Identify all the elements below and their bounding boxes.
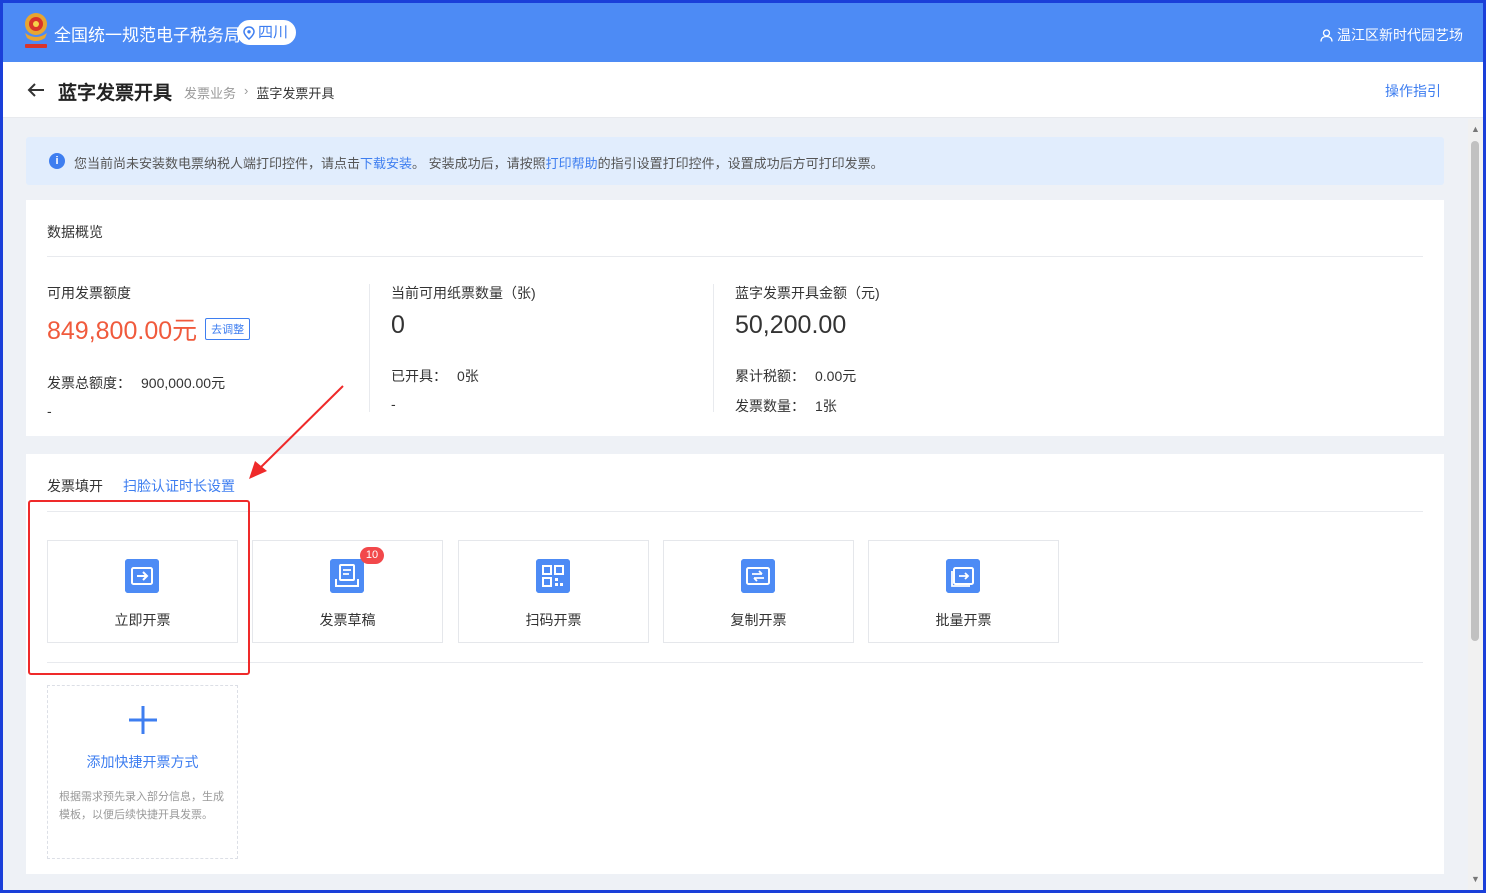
fill-divider [47,511,1423,512]
add-quick-issue-tile[interactable]: 添加快捷开票方式 根据需求预先录入部分信息，生成模板，以便后续快捷开具发票。 [47,685,238,859]
user-name: 温江区新时代园艺场 [1337,27,1463,43]
paper-placeholder: - [391,396,396,412]
blue-invoice-amount-value: 50,200.00 [735,311,847,339]
region-label: 四川 [258,24,289,41]
quota-placeholder-row: - [47,403,250,419]
highlight-box-annotation [28,500,250,675]
breadcrumb: 发票业务 › 蓝字发票开具 [184,83,334,102]
info-icon: i [49,153,65,169]
location-pin-icon [243,25,255,40]
column-separator [713,284,714,412]
total-quota-row: 发票总额度： 900,000.00元 [47,373,250,393]
overview-title: 数据概览 [47,224,103,240]
notice-text-middle: 。 安装成功后，请按照 [412,156,546,171]
issued-count-label: 已开具： [391,368,447,384]
scroll-down-icon[interactable]: ▼ [1468,872,1483,887]
available-quota-value-row: 849,800.00元 去调整 [47,311,251,347]
back-arrow-icon[interactable] [25,79,47,101]
region-selector[interactable]: 四川 [237,20,297,45]
tile-label: 批量开票 [935,612,992,628]
paper-invoice-value: 0 [391,311,405,339]
blue-invoice-amount-label: 蓝字发票开具金额（元) [735,285,880,301]
invoice-count-label: 发票数量： [735,398,805,414]
tile-copy-invoice[interactable]: 复制开票 [663,540,854,643]
invoice-count-row: 发票数量： 1张 [735,396,880,416]
batch-invoice-icon [946,559,980,593]
issued-count-row: 已开具： 0张 [391,366,536,386]
operation-guide-link[interactable]: 操作指引 [1385,81,1441,101]
paper-placeholder-row: - [391,396,536,412]
paper-invoice-label: 当前可用纸票数量（张) [391,285,536,301]
scroll-up-icon[interactable]: ▲ [1468,122,1483,137]
scrollbar-thumb[interactable] [1471,141,1479,641]
plus-icon [129,706,157,734]
tile-label: 发票草稿 [319,612,376,628]
user-icon [1320,28,1333,42]
available-quota-column: 可用发票额度 849,800.00元 去调整 发票总额度： 900,000.00元… [47,283,251,419]
tile-batch-invoice[interactable]: 批量开票 [868,540,1059,643]
invoice-draft-icon [330,559,364,593]
total-tax-label: 累计税额： [735,368,805,384]
total-tax-row: 累计税额： 0.00元 [735,366,880,386]
paper-invoice-column: 当前可用纸票数量（张) 0 已开具： 0张 - [391,283,536,412]
tax-emblem-icon [25,13,47,48]
add-quick-issue-description: 根据需求预先录入部分信息，生成模板，以便后续快捷开具发票。 [59,791,224,821]
top-header: 全国统一规范电子税务局 四川 温江区新时代园艺场 [3,3,1483,62]
vertical-scrollbar[interactable]: ▲ ▼ [1468,119,1483,890]
adjust-quota-button[interactable]: 去调整 [205,318,251,340]
overview-divider [47,256,1423,257]
download-install-link[interactable]: 下载安装 [360,156,412,171]
invoice-fill-header: 发票填开 扫脸认证时长设置 [47,476,235,496]
available-quota-value: 849,800.00元 [47,317,198,345]
notice-message: 您当前尚未安装数电票纳税人端打印控件，请点击下载安装。 安装成功后，请按照打印帮… [74,153,884,172]
qr-code-icon [536,559,570,593]
fill-divider-secondary [47,662,1423,663]
print-help-link[interactable]: 打印帮助 [546,156,598,171]
total-tax-value: 0.00元 [815,368,857,384]
invoice-count-value: 1张 [815,398,837,414]
quota-placeholder: - [47,403,52,419]
print-control-notice: i 您当前尚未安装数电票纳税人端打印控件，请点击下载安装。 安装成功后，请按照打… [26,137,1444,185]
available-quota-label: 可用发票额度 [47,285,131,301]
tile-invoice-draft[interactable]: 10 发票草稿 [252,540,443,643]
breadcrumb-item-invoice-business[interactable]: 发票业务 [184,83,236,102]
tile-scan-to-issue[interactable]: 扫码开票 [458,540,649,643]
blue-invoice-amount-column: 蓝字发票开具金额（元) 50,200.00 累计税额： 0.00元 发票数量： 1张 [735,283,880,416]
tile-label: 复制开票 [730,612,787,628]
page-title: 蓝字发票开具 [58,83,173,104]
tile-label: 扫码开票 [525,612,582,628]
user-menu[interactable]: 温江区新时代园艺场 [1320,25,1463,45]
annotation-arrow-icon [249,385,344,479]
column-separator [369,284,370,412]
breadcrumb-item-current: 蓝字发票开具 [256,86,335,101]
breadcrumb-separator-icon: › [244,83,249,98]
face-scan-duration-link[interactable]: 扫脸认证时长设置 [123,476,235,496]
copy-invoice-icon [741,559,775,593]
page-titlebar: 蓝字发票开具 发票业务 › 蓝字发票开具 操作指引 [3,62,1483,118]
notice-text-prefix: 您当前尚未安装数电票纳税人端打印控件，请点击 [74,156,361,171]
issued-count-value: 0张 [457,368,479,384]
total-quota-value: 900,000.00元 [141,375,226,391]
invoice-fill-title: 发票填开 [47,478,103,494]
app-window: 全国统一规范电子税务局 四川 温江区新时代园艺场 蓝字发票开具 发票业务 › 蓝… [3,3,1483,890]
app-title: 全国统一规范电子税务局 [54,26,241,45]
notice-text-suffix: 的指引设置打印控件，设置成功后方可打印发票。 [597,156,884,171]
data-overview-card: 数据概览 可用发票额度 849,800.00元 去调整 发票总额度： 900,00… [26,200,1444,436]
add-quick-issue-label: 添加快捷开票方式 [86,754,199,770]
draft-count-badge: 10 [360,547,384,564]
total-quota-label: 发票总额度： [47,375,131,391]
